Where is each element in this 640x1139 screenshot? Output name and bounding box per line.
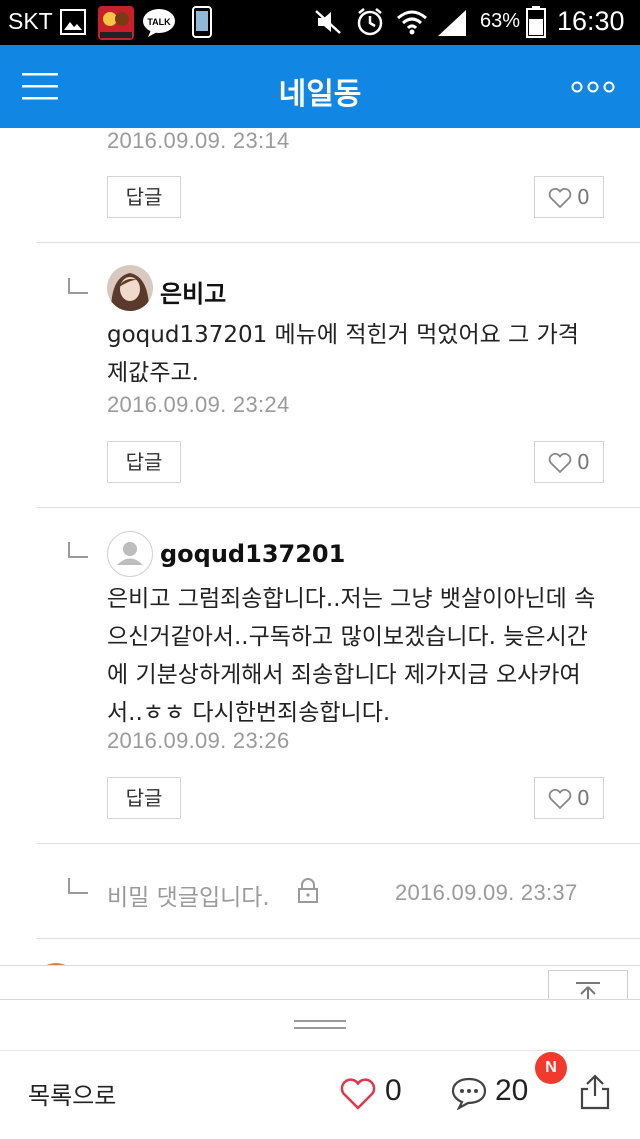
comment-author[interactable]: 은비고: [160, 274, 226, 309]
avatar[interactable]: [107, 265, 153, 311]
carrier-label: SKT: [8, 8, 53, 34]
comment-divider: [36, 938, 640, 939]
comment-timestamp: 2016.09.09. 23:37: [395, 880, 578, 905]
phone-icon: [192, 6, 212, 38]
image-icon: [60, 9, 86, 35]
comment-timestamp: 2016.09.09. 23:24: [107, 392, 290, 417]
heart-icon: [548, 789, 572, 809]
bottom-action-bar: 목록으로 0 20 N: [0, 999, 640, 1139]
heart-icon: [548, 188, 572, 208]
sheet-divider: [0, 1050, 640, 1051]
new-badge: N: [535, 1052, 567, 1084]
scroll-top-button[interactable]: [548, 970, 628, 1001]
default-user-icon: [117, 542, 143, 565]
user-photo-icon: [107, 265, 153, 311]
svg-text:TALK: TALK: [147, 17, 171, 27]
cafe-title: 네일동: [278, 77, 362, 112]
mute-icon: [315, 10, 341, 34]
heart-icon[interactable]: [340, 1078, 376, 1110]
comment-divider: [36, 843, 640, 844]
signal-icon: [438, 10, 466, 36]
comment-list: 2016.09.09. 23:14 답글 0 은비고 goqud137201 메…: [0, 128, 640, 998]
reply-button[interactable]: 답글: [107, 777, 181, 819]
comment-body: 은비고 그럼죄송합니다..저는 그냥 뱃살이아닌데 속으신거같아서..구독하고 …: [107, 586, 596, 726]
like-button[interactable]: 0: [534, 777, 604, 819]
clock-time: 16:30: [557, 6, 625, 36]
comment-timestamp: 2016.09.09. 23:26: [107, 728, 290, 753]
avatar[interactable]: [107, 531, 153, 577]
like-button[interactable]: 0: [534, 176, 604, 218]
drag-handle-icon[interactable]: [294, 1020, 346, 1030]
comment-author[interactable]: goqud137201: [160, 540, 345, 568]
netmarble-app-icon: [98, 6, 134, 40]
post-comment-count: 20: [495, 1074, 529, 1107]
like-count: 0: [577, 786, 590, 810]
comment-icon[interactable]: [450, 1076, 488, 1110]
reply-button[interactable]: 답글: [107, 441, 181, 483]
reply-indicator-icon: [68, 278, 88, 294]
comment-body: goqud137201 메뉴에 적힌거 먹었어요 그 가격 제값주고.: [107, 322, 579, 386]
arrow-up-icon: [576, 982, 600, 1001]
heart-icon: [548, 453, 572, 473]
reply-indicator-icon: [68, 878, 88, 894]
like-button[interactable]: 0: [534, 441, 604, 483]
share-icon[interactable]: [578, 1074, 612, 1110]
more-dots-icon[interactable]: [568, 75, 618, 99]
battery-icon: [526, 6, 546, 38]
post-like-count: 0: [385, 1074, 402, 1107]
kakaotalk-icon: TALK: [143, 9, 175, 37]
comment-divider: [36, 507, 640, 508]
lock-icon: [298, 878, 318, 903]
reply-indicator-icon: [68, 542, 88, 558]
reply-button[interactable]: 답글: [107, 176, 181, 218]
wifi-icon: [397, 10, 427, 35]
status-bar: SKT TALK 63% 16:30: [0, 0, 640, 45]
comment-input-peek[interactable]: [0, 965, 640, 1002]
comment-divider: [36, 242, 640, 243]
comment-timestamp: 2016.09.09. 23:14: [107, 128, 290, 153]
alarm-icon: [357, 8, 383, 36]
like-count: 0: [577, 185, 590, 209]
secret-comment-label: 비밀 댓글입니다.: [107, 885, 270, 911]
back-to-list-button[interactable]: 목록으로: [28, 1076, 116, 1111]
like-count: 0: [577, 450, 590, 474]
battery-percent: 63%: [480, 10, 521, 32]
app-header: 네일동: [0, 45, 640, 128]
